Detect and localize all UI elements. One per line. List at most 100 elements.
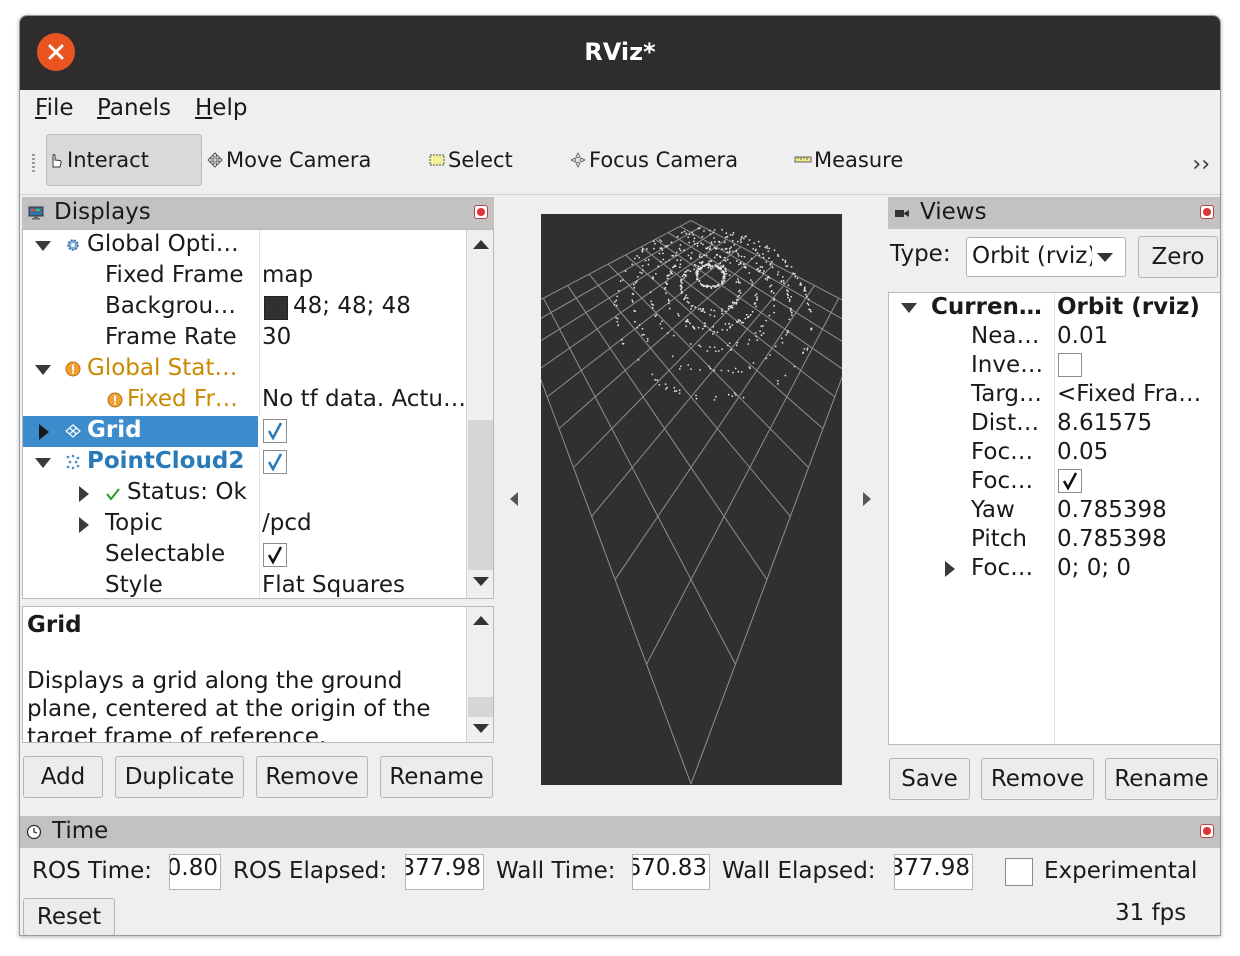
collapse-left-icon[interactable] [510,492,518,506]
displays-scrollbar[interactable] [466,230,493,598]
focal-shape-fixed-checkbox[interactable] [1058,469,1082,493]
expand-arrow-icon[interactable] [901,303,917,313]
expand-arrow-icon[interactable] [35,365,51,375]
cloud-point [685,232,688,235]
displays-panel-close-button[interactable] [474,205,488,219]
grid-enabled-checkbox[interactable] [263,419,287,443]
view-prop-value[interactable]: 8.61575 [1057,410,1217,436]
expand-arrow-icon[interactable] [35,241,51,251]
pointcloud2-enabled-checkbox[interactable] [263,450,287,474]
view-prop-value[interactable]: 0.01 [1057,323,1217,349]
menu-file[interactable]: File [35,95,74,121]
view-prop-value[interactable]: 0.785398 [1057,526,1217,552]
ros-elapsed-field[interactable]: 377.98 [405,854,484,890]
tree-row-style[interactable]: Style Flat Squares [23,571,493,598]
add-display-button[interactable]: Add [23,756,103,798]
views-row-focal-shape-fixed[interactable]: Foc… [889,467,1220,496]
wall-elapsed-field[interactable]: 377.98 [894,854,973,890]
scroll-up-icon[interactable] [473,240,489,249]
reset-button[interactable]: Reset [23,898,115,935]
views-row-near-clip[interactable]: Nea… 0.01 [889,322,1220,351]
views-row-focal-shape-size[interactable]: Foc… 0.05 [889,438,1220,467]
scroll-up-icon[interactable] [473,616,489,625]
view-type-select[interactable]: Orbit (rviz) [966,237,1126,277]
invert-z-checkbox[interactable] [1058,353,1082,377]
save-view-button[interactable]: Save [889,758,970,800]
cloud-point [714,286,716,288]
scroll-down-icon[interactable] [473,724,489,733]
scroll-thumb[interactable] [468,420,493,570]
collapse-arrow-icon[interactable] [945,561,955,577]
cloud-point [710,309,712,311]
tree-row-fixed-frame[interactable]: Fixed Frame map [23,261,493,292]
duplicate-display-button[interactable]: Duplicate [115,756,244,798]
tool-select[interactable]: Select [428,134,513,186]
tree-row-selectable[interactable]: Selectable [23,540,493,571]
rename-view-button[interactable]: Rename [1105,758,1218,800]
background-color-value[interactable]: 48; 48; 48 [293,293,463,319]
views-row-current-view[interactable]: Curren… Orbit (rviz) [889,293,1220,322]
tree-row-fixed-frame-status[interactable]: Fixed Fr… No tf data. Actu… [23,385,493,416]
tree-row-frame-rate[interactable]: Frame Rate 30 [23,323,493,354]
selectable-checkbox[interactable] [263,543,287,567]
views-row-focal-point[interactable]: Foc… 0; 0; 0 [889,554,1220,583]
expand-arrow-icon[interactable] [35,458,51,468]
view-prop-value[interactable]: 0; 0; 0 [1057,555,1217,581]
tree-row-background[interactable]: Backgrou… 48; 48; 48 [23,292,493,323]
view-prop-value[interactable]: 0.785398 [1057,497,1217,523]
scroll-thumb[interactable] [468,697,493,717]
frame-rate-value[interactable]: 30 [262,324,462,350]
tree-row-global-options[interactable]: Global Opti… [23,230,493,261]
cloud-point [738,263,740,266]
experimental-checkbox[interactable] [1005,858,1033,886]
tree-row-status-ok[interactable]: Status: Ok [23,478,493,509]
color-swatch[interactable] [264,296,288,320]
zero-button[interactable]: Zero [1138,236,1218,278]
menu-panels[interactable]: Panels [97,95,171,121]
views-panel-close-button[interactable] [1200,205,1214,219]
toolbar-grip[interactable] [32,154,35,174]
render-viewport[interactable] [541,214,842,785]
collapse-arrow-icon[interactable] [79,517,89,533]
description-scrollbar[interactable] [466,607,493,742]
tree-label: Fixed Fr… [127,386,238,412]
view-prop-value[interactable]: 0.05 [1057,439,1217,465]
scroll-down-icon[interactable] [473,577,489,586]
menu-help[interactable]: Help [195,95,247,121]
rename-display-button[interactable]: Rename [380,756,493,798]
tool-measure[interactable]: Measure [794,134,903,186]
cloud-point [683,230,686,233]
collapse-right-icon[interactable] [863,492,871,506]
tool-focus-camera[interactable]: Focus Camera [569,134,738,186]
ros-time-field[interactable]: 1649838670.80 [169,854,221,890]
style-value[interactable]: Flat Squares [262,572,462,598]
collapse-arrow-icon[interactable] [79,486,89,502]
remove-view-button[interactable]: Remove [981,758,1094,800]
views-row-distance[interactable]: Dist… 8.61575 [889,409,1220,438]
views-row-pitch[interactable]: Pitch 0.785398 [889,525,1220,554]
tree-row-grid[interactable]: Grid [23,416,493,447]
tree-row-global-status[interactable]: Global Stat… [23,354,493,385]
cloud-point [699,266,702,269]
checkmark-icon [267,546,283,565]
cloud-point [729,326,731,329]
cloud-point [759,330,761,332]
topic-value[interactable]: /pcd [262,510,462,536]
views-row-yaw[interactable]: Yaw 0.785398 [889,496,1220,525]
tool-interact[interactable]: Interact [46,134,202,186]
cloud-point [766,276,769,279]
remove-display-button[interactable]: Remove [256,756,368,798]
views-row-invert-z[interactable]: Inve… [889,351,1220,380]
view-prop-value[interactable]: <Fixed Fra… [1057,381,1217,407]
fixed-frame-value[interactable]: map [262,262,462,288]
tree-row-topic[interactable]: Topic /pcd [23,509,493,540]
cloud-point [787,290,789,293]
views-row-target-frame[interactable]: Targ… <Fixed Fra… [889,380,1220,409]
tree-label: Selectable [105,541,226,567]
wall-time-field[interactable]: 1649838670.83 [632,854,710,890]
tree-row-pointcloud2[interactable]: PointCloud2 [23,447,493,478]
collapse-arrow-icon[interactable] [39,424,49,440]
tool-move-camera[interactable]: Move Camera [206,134,371,186]
toolbar-overflow-button[interactable]: ›› [1192,152,1210,177]
time-panel-close-button[interactable] [1200,824,1214,838]
